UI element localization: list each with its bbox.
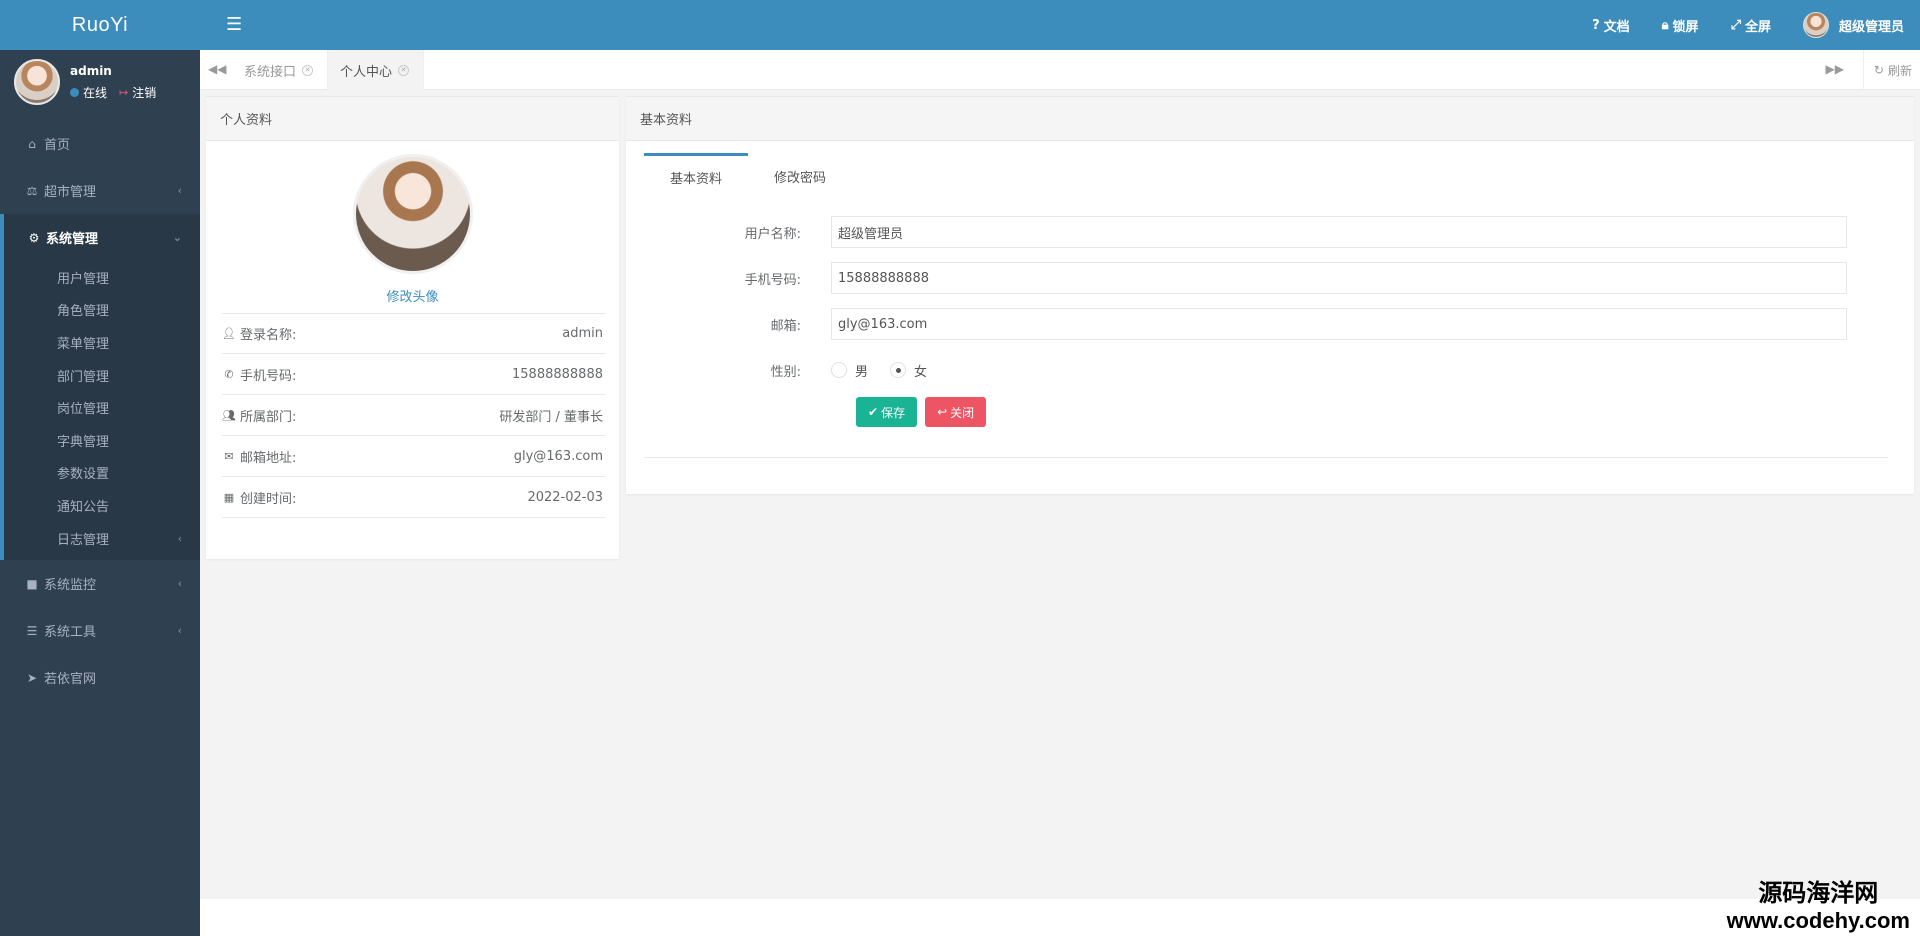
- chevron-left-icon: ‹: [177, 624, 182, 638]
- tab-profile[interactable]: 个人中心 ✕: [328, 50, 425, 90]
- list-item: 👥︎ 所属部门: 研发部门 / 董事长: [222, 395, 605, 436]
- logout-link[interactable]: 注销: [132, 84, 156, 101]
- refresh-button[interactable]: ↻ 刷新: [1862, 50, 1912, 90]
- lock-screen-link[interactable]: 🔒︎ 锁屏: [1662, 16, 1699, 35]
- panel-title: 基本资料: [626, 97, 1914, 141]
- user-name: admin: [70, 63, 112, 78]
- page-tabs-bar: ◀◀ 系统接口 ✕ 个人中心 ✕ ▶▶ ↻ 刷新: [200, 50, 1920, 90]
- footer: [200, 899, 1920, 936]
- question-icon: ?: [1592, 17, 1600, 33]
- avatar[interactable]: [14, 59, 60, 105]
- sidebar-group-system: ⚙ 系统管理 ⌄ 用户管理 角色管理 菜单管理 部门管理 岗位管理 字典管理 参…: [0, 214, 200, 561]
- docs-link[interactable]: ? 文档: [1592, 16, 1630, 35]
- save-button[interactable]: ✔ 保存: [856, 397, 918, 427]
- chevron-left-icon: ‹: [177, 531, 182, 545]
- chevron-down-icon: ⌄: [172, 231, 182, 244]
- phone-label: 手机号码:: [744, 272, 801, 288]
- gender-radio-group: 男 女: [831, 361, 927, 380]
- divider: [644, 457, 1888, 458]
- gender-radio-male[interactable]: 男: [831, 361, 868, 380]
- radio-icon[interactable]: [831, 362, 847, 378]
- watermark: 源码海洋网 www.codehy.com: [1726, 879, 1910, 933]
- list-item: ▦ 创建时间: 2022-02-03: [222, 477, 605, 518]
- sidebar-item-system[interactable]: ⚙ 系统管理 ⌄: [4, 214, 200, 261]
- gender-radio-female[interactable]: 女: [890, 361, 927, 380]
- gear-icon: ⚙: [28, 230, 40, 245]
- panel-title: 个人资料: [206, 97, 619, 141]
- menu-toggle-icon[interactable]: ☰: [226, 14, 242, 35]
- video-icon: ■: [26, 576, 38, 591]
- system-submenu: 用户管理 角色管理 菜单管理 部门管理 岗位管理 字典管理 参数设置 通知公告 …: [4, 261, 200, 560]
- home-icon: ⌂: [28, 136, 36, 151]
- tabs-scroll-right-icon[interactable]: ▶▶: [1826, 62, 1844, 76]
- expand-icon: ⤢: [1730, 17, 1741, 33]
- refresh-icon: ↻: [1873, 63, 1884, 77]
- profile-panel: 个人资料 修改头像 👤︎ 登录名称: admin ✆ 手机号码: 158888888…: [206, 96, 619, 559]
- sidebar-item-dicts[interactable]: 字典管理: [4, 424, 200, 457]
- username-label: 用户名称:: [744, 226, 801, 242]
- username-input[interactable]: 超级管理员: [831, 216, 1847, 248]
- user-panel: admin 在线 ↦ 注销: [0, 50, 200, 114]
- calendar-icon: ▦: [223, 490, 235, 504]
- change-avatar-link[interactable]: 修改头像: [206, 286, 619, 305]
- sidebar-item-roles[interactable]: 角色管理: [4, 294, 200, 327]
- users-icon: 👥︎: [222, 408, 236, 422]
- top-navbar: ☰ ? 文档 🔒︎ 锁屏 ⤢ 全屏 超级管理员: [200, 0, 1920, 50]
- reply-icon: ↩: [937, 405, 948, 419]
- phone-icon: ✆: [224, 367, 234, 381]
- sidebar-item-home[interactable]: ⌂ 首页: [0, 120, 200, 167]
- chevron-left-icon: ‹: [177, 577, 182, 591]
- online-dot-icon: [70, 87, 79, 97]
- list-item: 👤︎ 登录名称: admin: [222, 313, 605, 354]
- balance-icon: ⚖: [26, 183, 38, 198]
- sidebar-item-tools[interactable]: ☰ 系统工具 ‹: [0, 607, 200, 654]
- tab-change-password[interactable]: 修改密码: [748, 153, 852, 199]
- online-status: 在线: [83, 85, 108, 100]
- fullscreen-link[interactable]: ⤢ 全屏: [1731, 16, 1771, 35]
- sidebar-item-posts[interactable]: 岗位管理: [4, 391, 200, 424]
- close-icon[interactable]: ✕: [398, 64, 410, 76]
- check-icon: ✔: [868, 405, 879, 419]
- form-tabs: 基本资料 修改密码: [644, 153, 1914, 201]
- phone-input[interactable]: 15888888888: [831, 262, 1847, 294]
- chevron-left-icon: ‹: [177, 184, 182, 197]
- lock-icon: 🔒︎: [1661, 17, 1669, 33]
- user-menu[interactable]: 超级管理员: [1802, 12, 1904, 38]
- sidebar-item-market[interactable]: ⚖ 超市管理 ‹: [0, 167, 200, 214]
- logout-icon[interactable]: ↦: [119, 86, 128, 99]
- basic-info-panel: 基本资料 基本资料 修改密码 用户名称: 超级管理员 手机号码: 1588888…: [626, 96, 1914, 494]
- main-content: 个人资料 修改头像 👤︎ 登录名称: admin ✆ 手机号码: 158888888…: [200, 91, 1920, 899]
- user-icon: 👤︎: [222, 327, 236, 340]
- sidebar-menu: ⌂ 首页 ⚖ 超市管理 ‹ ⚙ 系统管理 ⌄ 用户管理 角色管理 菜单管理 部门…: [0, 120, 200, 701]
- radio-checked-icon[interactable]: [890, 362, 907, 378]
- email-label: 邮箱:: [770, 318, 801, 334]
- sidebar-item-notices[interactable]: 通知公告: [4, 489, 200, 522]
- bars-icon: ☰: [26, 623, 38, 638]
- sidebar-item-depts[interactable]: 部门管理: [4, 359, 200, 392]
- sidebar: RuoYi admin 在线 ↦ 注销 ⌂ 首页 ⚖ 超市管理 ‹ ⚙ 系统管理: [0, 0, 200, 936]
- sidebar-item-logs[interactable]: 日志管理 ‹: [4, 522, 200, 555]
- profile-info-list: 👤︎ 登录名称: admin ✆ 手机号码: 15888888888 👥︎ 所属部门:…: [222, 313, 605, 518]
- email-input[interactable]: gly@163.com: [831, 308, 1847, 340]
- close-button[interactable]: ↩ 关闭: [925, 397, 987, 427]
- gender-label: 性别:: [770, 364, 801, 380]
- sidebar-item-menus[interactable]: 菜单管理: [4, 326, 200, 359]
- tabs-scroll-left-icon[interactable]: ◀◀: [208, 62, 226, 76]
- tab-basic-info[interactable]: 基本资料: [644, 153, 749, 199]
- sidebar-item-params[interactable]: 参数设置: [4, 457, 200, 490]
- envelope-icon: ✉: [224, 449, 234, 463]
- sidebar-item-monitor[interactable]: ■ 系统监控 ‹: [0, 560, 200, 607]
- list-item: ✉ 邮箱地址: gly@163.com: [222, 436, 605, 477]
- list-item: ✆ 手机号码: 15888888888: [222, 354, 605, 395]
- sidebar-item-website[interactable]: ➤ 若依官网: [0, 654, 200, 701]
- tab-system-api[interactable]: 系统接口 ✕: [232, 50, 329, 90]
- avatar: [1802, 12, 1829, 38]
- brand-logo[interactable]: RuoYi: [0, 0, 200, 50]
- sidebar-item-users[interactable]: 用户管理: [4, 261, 200, 294]
- close-icon[interactable]: ✕: [302, 64, 314, 76]
- send-icon: ➤: [26, 670, 38, 685]
- basic-info-form: 用户名称: 超级管理员 手机号码: 15888888888 邮箱: gly@16…: [626, 209, 1914, 458]
- profile-avatar[interactable]: [352, 154, 473, 274]
